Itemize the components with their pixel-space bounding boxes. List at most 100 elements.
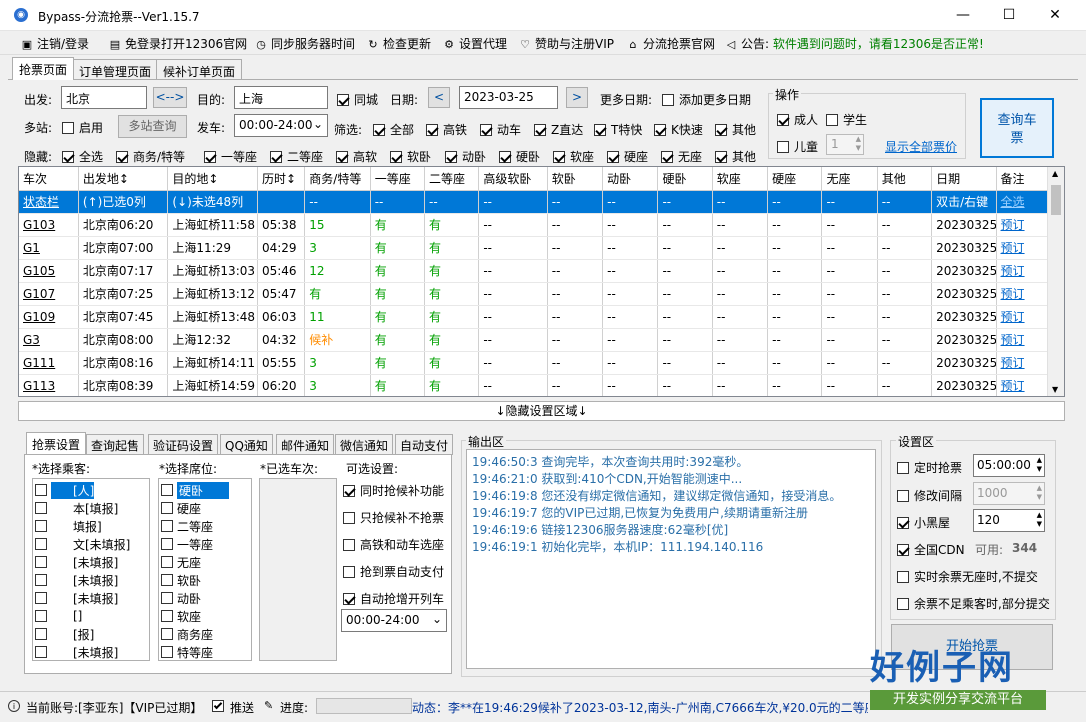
hide-yingzuo-checkbox[interactable]: 硬座 (607, 148, 648, 165)
passenger-item[interactable]: [未填报] (33, 643, 149, 660)
hide-business-checkbox[interactable]: 商务/特等 (116, 148, 185, 165)
add-more-dates-checkbox[interactable]: 添加更多日期 (662, 91, 751, 108)
table-row[interactable]: G109 北京南07:45 上海虹桥13:48 06:03 11 有有 -- -- -- -- --… (19, 305, 1050, 329)
filter-t-checkbox[interactable]: T特快 (594, 121, 642, 138)
hide-yingwo-checkbox[interactable]: 硬卧 (499, 148, 540, 165)
column-header[interactable]: 硬卧 (657, 167, 713, 191)
seat-item[interactable]: 特等座 (159, 643, 251, 660)
spinner-arrows-icon[interactable]: ▲ ▼ (1037, 484, 1042, 502)
partial-submit-checkbox[interactable]: 余票不足乘客时,部分提交 (897, 595, 1050, 612)
change-interval-checkbox[interactable]: 修改间隔 (897, 487, 962, 504)
column-header[interactable]: 高级软卧 (478, 167, 548, 191)
table-cell[interactable]: 预订 (996, 236, 1050, 260)
table-cell[interactable]: 预订 (996, 305, 1050, 329)
table-cell[interactable]: G105 (19, 259, 79, 283)
tab-waitlist-orders[interactable]: 候补订单页面 (156, 59, 243, 80)
date-input[interactable]: 2023-03-25 (459, 86, 558, 109)
hide-select-all-checkbox[interactable]: 全选 (62, 148, 103, 165)
tab-query-sale[interactable]: 查询起售 (86, 434, 145, 455)
multi-station-query-button[interactable]: 多站查询 (118, 115, 187, 138)
blackroom-checkbox[interactable]: 小黑屋 (897, 514, 950, 531)
scroll-thumb[interactable] (1051, 185, 1061, 215)
sync-time-menu-item[interactable]: ◷ 同步服务器时间 (254, 35, 355, 52)
column-header[interactable]: 动卧 (602, 167, 659, 191)
hide-second-class-checkbox[interactable]: 二等座 (270, 148, 323, 165)
table-cell[interactable]: 预订 (996, 282, 1050, 306)
column-header[interactable]: 无座 (821, 167, 878, 191)
filter-gaotie-checkbox[interactable]: 高铁 (426, 121, 467, 138)
seat-item[interactable]: 软卧 (159, 571, 251, 589)
tab-wechat-notify[interactable]: 微信通知 (335, 434, 394, 455)
hide-dongwo-checkbox[interactable]: 动卧 (445, 148, 486, 165)
passenger-item[interactable]: 填报] (33, 517, 149, 535)
tab-captcha-settings[interactable]: 验证码设置 (148, 434, 219, 455)
table-row[interactable]: G113 北京南08:39 上海虹桥14:59 06:20 3 有有 -- -- -- -- -- -… (19, 374, 1050, 396)
table-cell[interactable]: 预订 (996, 351, 1050, 375)
realtime-no-seat-checkbox[interactable]: 实时余票无座时,不提交 (897, 568, 1038, 585)
option-waitlist-only-checkbox[interactable]: 只抢候补不抢票 (343, 509, 444, 526)
output-log[interactable]: 19:46:50:3 查询完毕，本次查询共用时:392毫秒。 19:46:21:0… (466, 449, 876, 669)
column-header[interactable]: 备注 (996, 167, 1050, 191)
login-menu-item[interactable]: ▣ 注销/登录 (20, 35, 89, 52)
timed-grab-time-input[interactable]: 05:00:00 ▲ ▼ (973, 454, 1045, 477)
option-time-range-select[interactable]: 00:00-24:00 ⌄ (341, 609, 447, 632)
passenger-item[interactable]: [未填报] (33, 553, 149, 571)
scroll-down-icon[interactable]: ▼ (1052, 385, 1058, 394)
passenger-item[interactable]: [人] (33, 481, 149, 499)
option-extra-trains-checkbox[interactable]: 自动抢增开列车 (343, 590, 444, 607)
column-header[interactable]: 二等座 (424, 167, 480, 191)
column-header[interactable]: 日期 (931, 167, 997, 191)
table-row[interactable]: G103 北京南06:20 上海虹桥11:58 05:38 15 有有 -- -- -- -- --… (19, 213, 1050, 237)
status-row[interactable]: 状态栏 (↑)已选0列 (↓)未选48列 -- -- -- -- -- -- -- -- -- -- --… (19, 190, 1050, 214)
seat-item[interactable]: 软座 (159, 607, 251, 625)
same-city-checkbox[interactable]: 同城 (337, 91, 378, 108)
table-cell[interactable]: G113 (19, 374, 79, 396)
table-cell[interactable]: G107 (19, 282, 79, 306)
spinner-arrows-icon[interactable]: ▲ ▼ (856, 135, 861, 153)
tab-grab-settings[interactable]: 抢票设置 (26, 432, 87, 454)
maximize-button[interactable]: ☐ (986, 0, 1032, 31)
to-station-input[interactable]: 上海 (234, 86, 328, 109)
spinner-arrows-icon[interactable]: ▲ ▼ (1037, 511, 1042, 529)
tab-ticket-page[interactable]: 抢票页面 (12, 57, 75, 80)
child-count-stepper[interactable]: 1 ▲ ▼ (826, 134, 864, 155)
seat-item[interactable]: 动卧 (159, 589, 251, 607)
results-scrollbar[interactable]: ▲ ▼ (1047, 167, 1064, 396)
adult-checkbox[interactable]: 成人 (777, 111, 818, 128)
table-cell[interactable]: 全选 (996, 190, 1050, 214)
child-checkbox[interactable]: 儿童 (777, 138, 818, 155)
table-cell[interactable]: G1 (19, 236, 79, 260)
spinner-arrows-icon[interactable]: ▲ ▼ (1037, 456, 1042, 474)
table-cell[interactable]: 预订 (996, 374, 1050, 396)
column-header[interactable]: 历时↕ (257, 167, 306, 191)
table-cell[interactable]: 预订 (996, 213, 1050, 237)
filter-z-checkbox[interactable]: Z直达 (534, 121, 583, 138)
proxy-menu-item[interactable]: ⚙ 设置代理 (442, 35, 507, 52)
scroll-up-icon[interactable]: ▲ (1052, 169, 1058, 178)
selected-trains-list[interactable] (259, 478, 337, 661)
passenger-item[interactable]: [未填报] (33, 589, 149, 607)
option-auto-pay-checkbox[interactable]: 抢到票自动支付 (343, 563, 444, 580)
column-header[interactable]: 其他 (877, 167, 933, 191)
option-seat-select-checkbox[interactable]: 高铁和动车选座 (343, 536, 444, 553)
hide-ruanwo-checkbox[interactable]: 软卧 (390, 148, 431, 165)
vip-menu-item[interactable]: ♡ 赞助与注册VIP (518, 35, 614, 52)
table-row[interactable]: G3 北京南08:00 上海12:32 04:32 候补有有 -- -- -- -- -- -- --… (19, 328, 1050, 352)
student-checkbox[interactable]: 学生 (826, 111, 867, 128)
minimize-button[interactable]: — (940, 0, 986, 31)
check-update-menu-item[interactable]: ↻ 检查更新 (366, 35, 431, 52)
next-date-button[interactable]: > (566, 87, 588, 108)
column-header[interactable]: 软座 (712, 167, 769, 191)
table-row[interactable]: G105 北京南07:17 上海虹桥13:03 05:46 12 有有 -- -- -- -- --… (19, 259, 1050, 283)
seat-list[interactable]: 硬卧 硬座 二等座 一等座 无座 软卧 动卧 软座 商务座 特等座 (158, 478, 252, 661)
query-tickets-button[interactable]: 查询车票 (980, 98, 1054, 158)
train-results-table[interactable]: 车次 出发地↕ 目的地↕ 历时↕ 商务/特等 一等座 二等座 高级软卧 软卧 动卧 硬卧 软座 硬座 无座… (18, 166, 1065, 397)
announcement-menu-item[interactable]: ◁ 公告: 软件遇到问题时，请看12306是否正常! (724, 35, 984, 52)
table-cell[interactable]: G111 (19, 351, 79, 375)
column-header[interactable]: 硬座 (767, 167, 823, 191)
tab-auto-pay[interactable]: 自动支付 (395, 434, 454, 455)
column-header[interactable]: 软卧 (547, 167, 604, 191)
filter-other-checkbox[interactable]: 其他 (715, 121, 756, 138)
tab-email-notify[interactable]: 邮件通知 (276, 434, 335, 455)
table-cell[interactable]: G3 (19, 328, 79, 352)
